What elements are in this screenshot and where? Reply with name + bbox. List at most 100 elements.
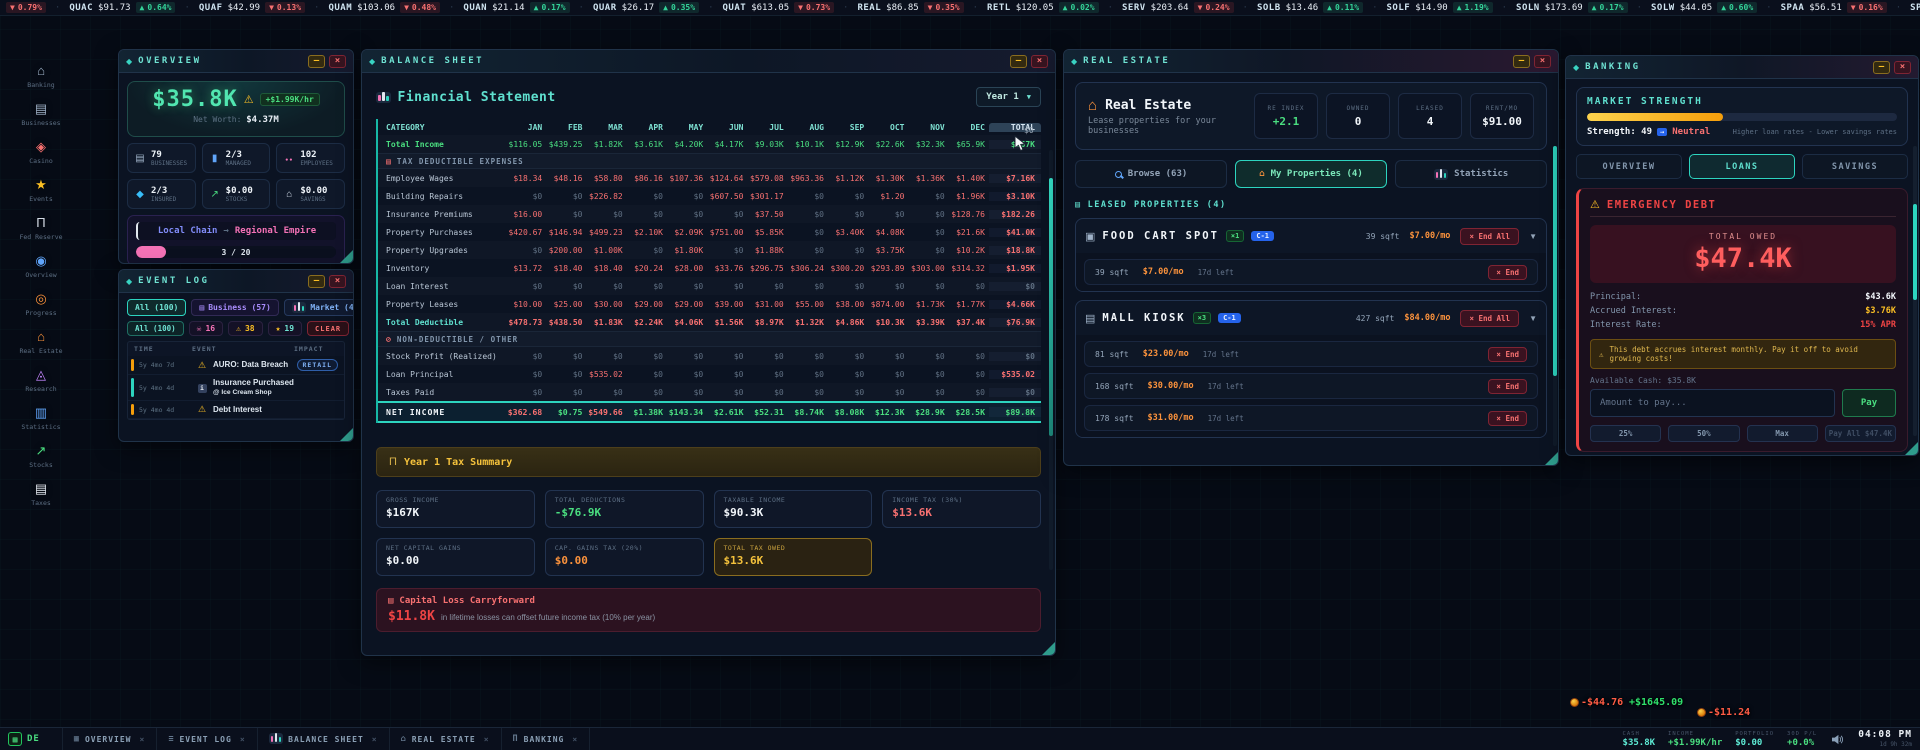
banking-panel-header[interactable]: ◆ BANKING — × <box>1566 56 1918 79</box>
year-selector-dropdown[interactable]: Year 1▼ <box>976 87 1041 107</box>
filter-chip-16[interactable]: ☠16 <box>189 321 223 336</box>
stat-value: $0.00 <box>226 186 253 196</box>
ticker-symbol: SOLN <box>1516 3 1540 13</box>
tab-statistics[interactable]: Statistics <box>1395 160 1547 188</box>
filter-chip-all-100-[interactable]: All (100) <box>127 299 186 316</box>
real-estate-panel-header[interactable]: ◆ REAL ESTATE — × <box>1064 50 1558 73</box>
sidebar-item-overview[interactable]: ◉Overview <box>16 252 66 279</box>
scrollbar[interactable] <box>1049 150 1053 570</box>
scrollbar-thumb[interactable] <box>1553 146 1557 376</box>
quick-pay-50-[interactable]: 50% <box>1668 425 1739 442</box>
app-logo[interactable]: ▦ DE <box>8 732 40 746</box>
end-lease-button[interactable]: × End <box>1488 379 1527 394</box>
end-lease-button[interactable]: × End <box>1488 411 1527 426</box>
close-tab-icon[interactable]: × <box>372 735 378 744</box>
event-log-panel-header[interactable]: ◆ EVENT LOG — × <box>119 270 353 293</box>
cell-value: $303.00 <box>909 264 949 273</box>
minimize-button[interactable]: — <box>1873 61 1890 74</box>
filter-chip-market-43-[interactable]: Market (43) <box>284 299 354 316</box>
quick-pay-pay-all-47-4k[interactable]: Pay All $47.4K <box>1825 425 1896 442</box>
filter-chip-all-100-[interactable]: All (100) <box>127 321 184 336</box>
close-button[interactable]: × <box>1534 55 1551 68</box>
ticker-symbol: RETL <box>987 3 1011 13</box>
end-lease-button[interactable]: × End <box>1488 347 1527 362</box>
sidebar-item-research[interactable]: ◬Research <box>16 366 66 393</box>
tax-card-income-tax-30-: INCOME TAX (30%)$13.6K <box>882 490 1041 528</box>
close-tab-icon[interactable]: × <box>572 735 578 744</box>
minimize-button[interactable]: — <box>308 275 325 288</box>
close-button[interactable]: × <box>1894 61 1911 74</box>
event-row[interactable]: 5y 4mo 7d⚠AURO: Data BreachRETAIL <box>128 356 344 375</box>
businesses-icon: ▤ <box>134 153 146 164</box>
close-tab-icon[interactable]: × <box>140 735 146 744</box>
quick-pay-25-[interactable]: 25% <box>1590 425 1661 442</box>
taskbar-tab-event-log[interactable]: ≡EVENT LOG× <box>157 728 257 750</box>
chevron-down-icon[interactable]: ▼ <box>1529 314 1537 323</box>
event-row[interactable]: 5y 4mo 4d⚠Debt Interest <box>128 401 344 419</box>
taskbar-tab-balance-sheet[interactable]: BALANCE SHEET× <box>258 728 390 750</box>
ticker-change: ▲0.17% <box>530 2 570 13</box>
end-lease-button[interactable]: × End <box>1488 265 1527 280</box>
close-button[interactable]: × <box>329 55 346 68</box>
filter-chip-clear[interactable]: CLEAR <box>307 321 349 336</box>
scrollbar-thumb[interactable] <box>1049 178 1053 436</box>
sidebar-item-statistics[interactable]: ▥Statistics <box>16 404 66 431</box>
minimize-button[interactable]: — <box>308 55 325 68</box>
cell-value: $13.72 <box>506 264 546 273</box>
sidebar-item-real-estate[interactable]: ⌂Real Estate <box>16 328 66 355</box>
tab-overview[interactable]: OVERVIEW <box>1576 154 1682 179</box>
tab-my-properties-4-[interactable]: ⌂My Properties (4) <box>1235 160 1387 188</box>
cell-value: $0 <box>828 352 868 361</box>
minimize-button[interactable]: — <box>1010 55 1027 68</box>
event-row[interactable]: 5y 4mo 4diInsurance Purchased@ Ice Cream… <box>128 375 344 401</box>
chevron-down-icon[interactable]: ▼ <box>1529 232 1537 241</box>
sidebar-item-fed-reserve[interactable]: ΠFed Reserve <box>16 214 66 241</box>
amount-to-pay-input[interactable] <box>1590 389 1835 417</box>
filter-chip-38[interactable]: ⚠38 <box>228 321 262 336</box>
ticker-symbol: REAL <box>857 3 881 13</box>
balance-sheet-panel-header[interactable]: ◆ BALANCE SHEET — × <box>362 50 1055 73</box>
cell-value: $1.30K <box>868 174 908 183</box>
end-all-button[interactable]: × End All <box>1460 228 1519 245</box>
cell-value: $128.76 <box>949 210 989 219</box>
filter-chip-business-57-[interactable]: ▤Business (57) <box>191 299 278 316</box>
sidebar-item-banking[interactable]: ⌂Banking <box>16 62 66 89</box>
overview-panel-header[interactable]: ◆ OVERVIEW — × <box>119 50 353 73</box>
taskbar-stat-value: $35.8K <box>1623 739 1656 748</box>
close-button[interactable]: × <box>1031 55 1048 68</box>
quick-pay-max[interactable]: Max <box>1747 425 1818 442</box>
filter-chip-19[interactable]: ★19 <box>268 321 302 336</box>
pay-button[interactable]: Pay <box>1842 389 1896 417</box>
close-tab-icon[interactable]: × <box>484 735 490 744</box>
minimize-button[interactable]: — <box>1513 55 1530 68</box>
cell-value: $0 <box>627 388 667 397</box>
close-tab-icon[interactable]: × <box>240 735 246 744</box>
taskbar-tab-overview[interactable]: ▦OVERVIEW× <box>62 728 157 750</box>
volume-icon[interactable] <box>1831 734 1844 745</box>
tab-loans[interactable]: LOANS <box>1689 154 1795 179</box>
stock-ticker[interactable]: ▼0.79%·QUAC$91.73▲0.64%·QUAF$42.99▼0.13%… <box>0 0 1920 16</box>
close-button[interactable]: × <box>329 275 346 288</box>
scrollbar[interactable] <box>1553 146 1557 446</box>
tab-browse-63-[interactable]: Browse (63) <box>1075 160 1227 188</box>
taskbar-tab-real-estate[interactable]: ⌂REAL ESTATE× <box>390 728 502 750</box>
tax-card-value: $13.6K <box>892 506 1031 519</box>
tab-savings[interactable]: SAVINGS <box>1802 154 1908 179</box>
column-header: CATEGORY <box>378 123 506 132</box>
sidebar-item-stocks[interactable]: ↗Stocks <box>16 442 66 469</box>
sidebar-item-progress[interactable]: ◎Progress <box>16 290 66 317</box>
filter-label: Business (57) <box>208 303 271 312</box>
property-header[interactable]: ▤MALL KIOSK×3C-1427 sqft$84.00/mo× End A… <box>1076 301 1546 335</box>
cell-value: $499.23 <box>587 228 627 237</box>
cell-value: $0 <box>828 192 868 201</box>
sidebar-item-taxes[interactable]: ▤Taxes <box>16 480 66 507</box>
sidebar-item-events[interactable]: ★Events <box>16 176 66 203</box>
sidebar-item-businesses[interactable]: ▤Businesses <box>16 100 66 127</box>
scrollbar-thumb[interactable] <box>1913 204 1917 300</box>
sidebar-item-casino[interactable]: ◈Casino <box>16 138 66 165</box>
taskbar-tab-banking[interactable]: ΠBANKING× <box>502 728 591 750</box>
end-all-button[interactable]: × End All <box>1460 310 1519 327</box>
property-header[interactable]: ▣FOOD CART SPOT×1C-139 sqft$7.00/mo× End… <box>1076 219 1546 253</box>
change-value: 0.35% <box>936 3 960 12</box>
scrollbar[interactable] <box>1913 146 1917 436</box>
